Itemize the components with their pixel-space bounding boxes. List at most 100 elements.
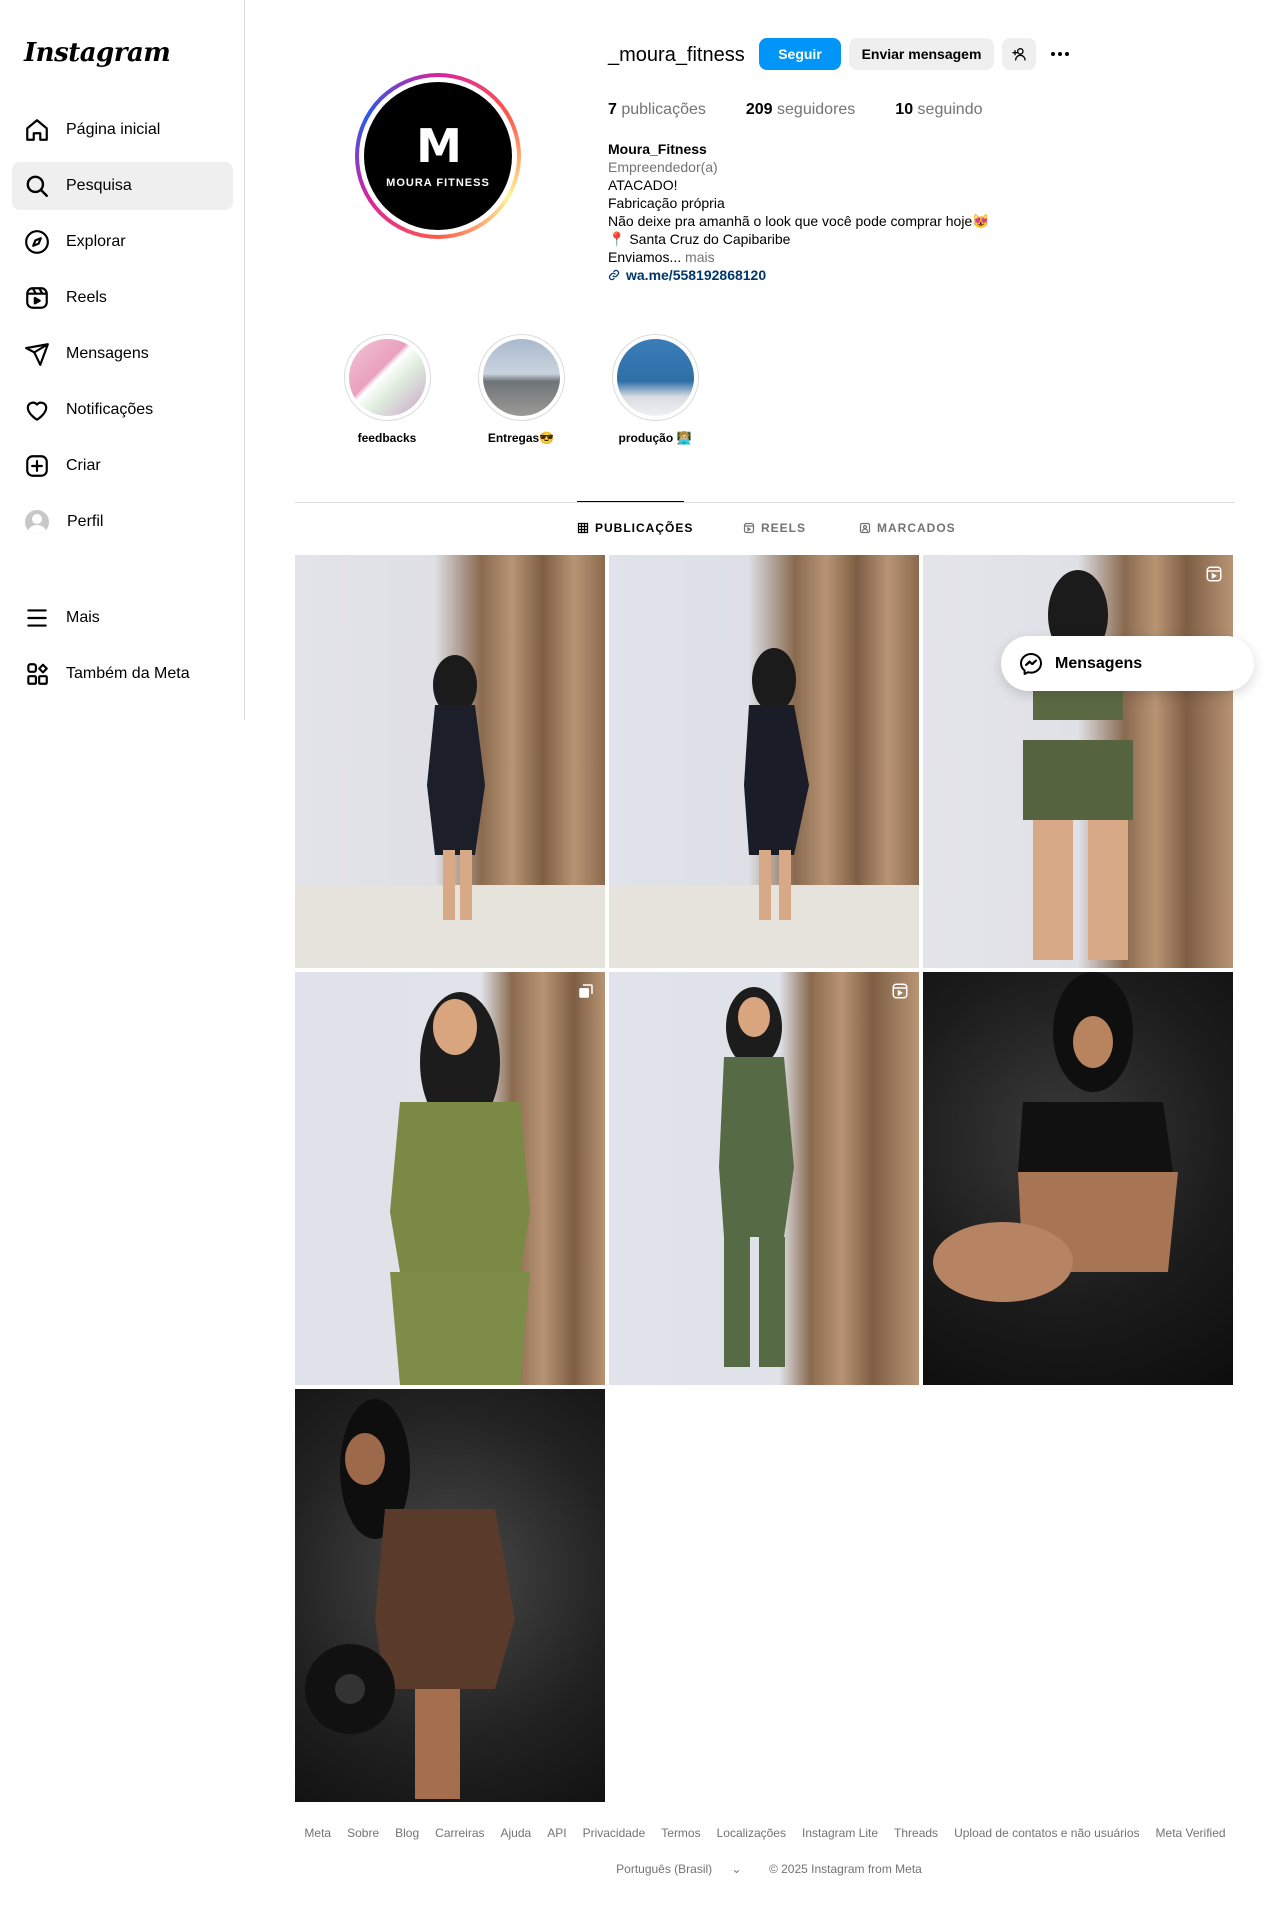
post-image [933, 972, 1178, 1302]
post-thumbnail[interactable] [609, 972, 919, 1385]
sidebar-item-reels[interactable]: Reels [12, 274, 233, 322]
footer-link[interactable]: Termos [661, 1826, 700, 1840]
search-icon [26, 175, 48, 197]
post-image [295, 655, 605, 968]
bio-external-link[interactable]: wa.me/558192868120 [608, 266, 1028, 284]
footer-link[interactable]: Instagram Lite [802, 1826, 878, 1840]
profile-username: _moura_fitness [608, 44, 745, 66]
highlight-entregas[interactable]: Entregas😎 [476, 334, 566, 445]
footer-link[interactable]: Blog [395, 1826, 419, 1840]
sidebar-item-label: Mais [66, 609, 100, 626]
sidebar-item-notifications[interactable]: Notificações [12, 386, 233, 434]
profile-avatar-image: M MOURA FITNESS [364, 82, 512, 230]
add-person-icon [1012, 48, 1026, 61]
language-selector[interactable]: Português (Brasil) ⌄ [608, 1862, 749, 1876]
profile-avatar[interactable]: M MOURA FITNESS [355, 73, 521, 239]
post-image [609, 648, 919, 968]
reel-badge-icon [892, 983, 908, 999]
followers-count[interactable]: 209 seguidores [746, 101, 855, 119]
heart-icon [26, 401, 48, 421]
messages-floating-button[interactable]: Mensagens [1001, 636, 1254, 691]
footer-link[interactable]: Localizações [717, 1826, 786, 1840]
footer-link[interactable]: Sobre [347, 1826, 379, 1840]
bio-link-text: wa.me/558192868120 [626, 267, 767, 283]
more-dots-icon [1051, 52, 1069, 56]
post-thumbnail[interactable] [295, 555, 605, 968]
sidebar-item-label: Notificações [66, 401, 154, 418]
profile-bio: Moura_Fitness Empreendedor(a) ATACADO! F… [608, 140, 1028, 284]
posts-count-label: publicações [621, 101, 706, 118]
reel-badge-icon [1206, 566, 1222, 582]
brand-logo-text: MOURA FITNESS [386, 177, 490, 189]
sidebar-item-label: Perfil [67, 513, 104, 530]
suggested-accounts-button[interactable] [1002, 38, 1036, 70]
instagram-logo[interactable]: Instagram [24, 38, 171, 68]
sidebar-item-more[interactable]: Mais [12, 594, 233, 642]
post-thumbnail[interactable] [295, 972, 605, 1385]
bio-category: Empreendedor(a) [608, 159, 718, 175]
post-thumbnail[interactable] [923, 972, 1233, 1385]
sidebar-item-search[interactable]: Pesquisa [12, 162, 233, 210]
bio-line: ATACADO! [608, 177, 678, 193]
language-label: Português (Brasil) [616, 1862, 713, 1876]
tab-label: PUBLICAÇÕES [595, 521, 694, 535]
menu-icon [27, 609, 47, 627]
post-thumbnail[interactable] [295, 1389, 605, 1802]
footer-link[interactable]: Meta [304, 1826, 331, 1840]
footer-link[interactable]: Ajuda [501, 1826, 532, 1840]
footer-link[interactable]: Meta Verified [1156, 1826, 1226, 1840]
sidebar-item-create[interactable]: Criar [12, 442, 233, 490]
bio-more-link[interactable]: mais [685, 249, 715, 265]
post-image [305, 1399, 515, 1799]
followers-count-label: seguidores [777, 101, 856, 118]
tab-label: REELS [761, 521, 807, 535]
reels-icon [26, 287, 48, 309]
following-count-label: seguindo [917, 101, 983, 118]
sidebar-item-profile[interactable]: Perfil [12, 498, 233, 546]
highlight-producao[interactable]: produção 👩🏼‍💻 [610, 334, 700, 445]
sidebar-item-also-from-meta[interactable]: Também da Meta [12, 650, 233, 698]
tab-reels[interactable]: REELS [743, 521, 806, 535]
chevron-down-icon: ⌄ [731, 1862, 742, 1876]
highlight-feedbacks[interactable]: feedbacks [342, 334, 432, 445]
bio-line: Fabricação própria [608, 195, 725, 211]
grid-icon [577, 522, 589, 534]
footer-link[interactable]: Privacidade [583, 1826, 646, 1840]
follow-button[interactable]: Seguir [759, 38, 841, 70]
options-button[interactable] [1044, 38, 1076, 70]
sidebar-item-home[interactable]: Página inicial [12, 106, 233, 154]
post-thumbnail[interactable] [609, 555, 919, 968]
post-thumbnail[interactable] [923, 555, 1233, 968]
highlight-ring [611, 334, 699, 421]
footer-link[interactable]: API [547, 1826, 566, 1840]
highlight-ring [343, 334, 431, 421]
profile-avatar-frame: M MOURA FITNESS [359, 77, 517, 235]
sidebar-item-messages[interactable]: Mensagens [12, 330, 233, 378]
footer-bottom: Português (Brasil) ⌄ © 2025 Instagram fr… [295, 1862, 1235, 1876]
tab-tagged[interactable]: MARCADOS [859, 521, 956, 535]
link-icon [608, 269, 620, 281]
send-message-button[interactable]: Enviar mensagem [849, 38, 994, 70]
highlight-ring [477, 334, 565, 421]
tagged-icon [859, 522, 871, 534]
footer-link[interactable]: Threads [894, 1826, 938, 1840]
sidebar-item-label: Criar [66, 457, 101, 474]
bio-truncated-text: Enviamos... [608, 249, 682, 265]
tab-label: MARCADOS [877, 521, 956, 535]
messages-icon [25, 343, 49, 366]
footer-link[interactable]: Upload de contatos e não usuários [954, 1826, 1139, 1840]
following-count-value: 10 [895, 101, 914, 118]
sidebar: Instagram Página inicial Pesquisa Explor… [0, 0, 245, 720]
bio-name: Moura_Fitness [608, 141, 707, 157]
highlight-cover [482, 339, 560, 416]
highlight-label: produção 👩🏼‍💻 [618, 431, 692, 445]
bio-line: Enviamos... mais [608, 248, 1028, 266]
footer-link[interactable]: Carreiras [435, 1826, 484, 1840]
sidebar-item-label: Pesquisa [66, 177, 132, 194]
footer-links: Meta Sobre Blog Carreiras Ajuda API Priv… [295, 1826, 1235, 1840]
sidebar-item-explore[interactable]: Explorar [12, 218, 233, 266]
tab-posts[interactable]: PUBLICAÇÕES [577, 521, 693, 535]
following-count[interactable]: 10 seguindo [895, 101, 982, 119]
active-tab-indicator [577, 501, 684, 502]
highlight-cover [616, 339, 694, 416]
